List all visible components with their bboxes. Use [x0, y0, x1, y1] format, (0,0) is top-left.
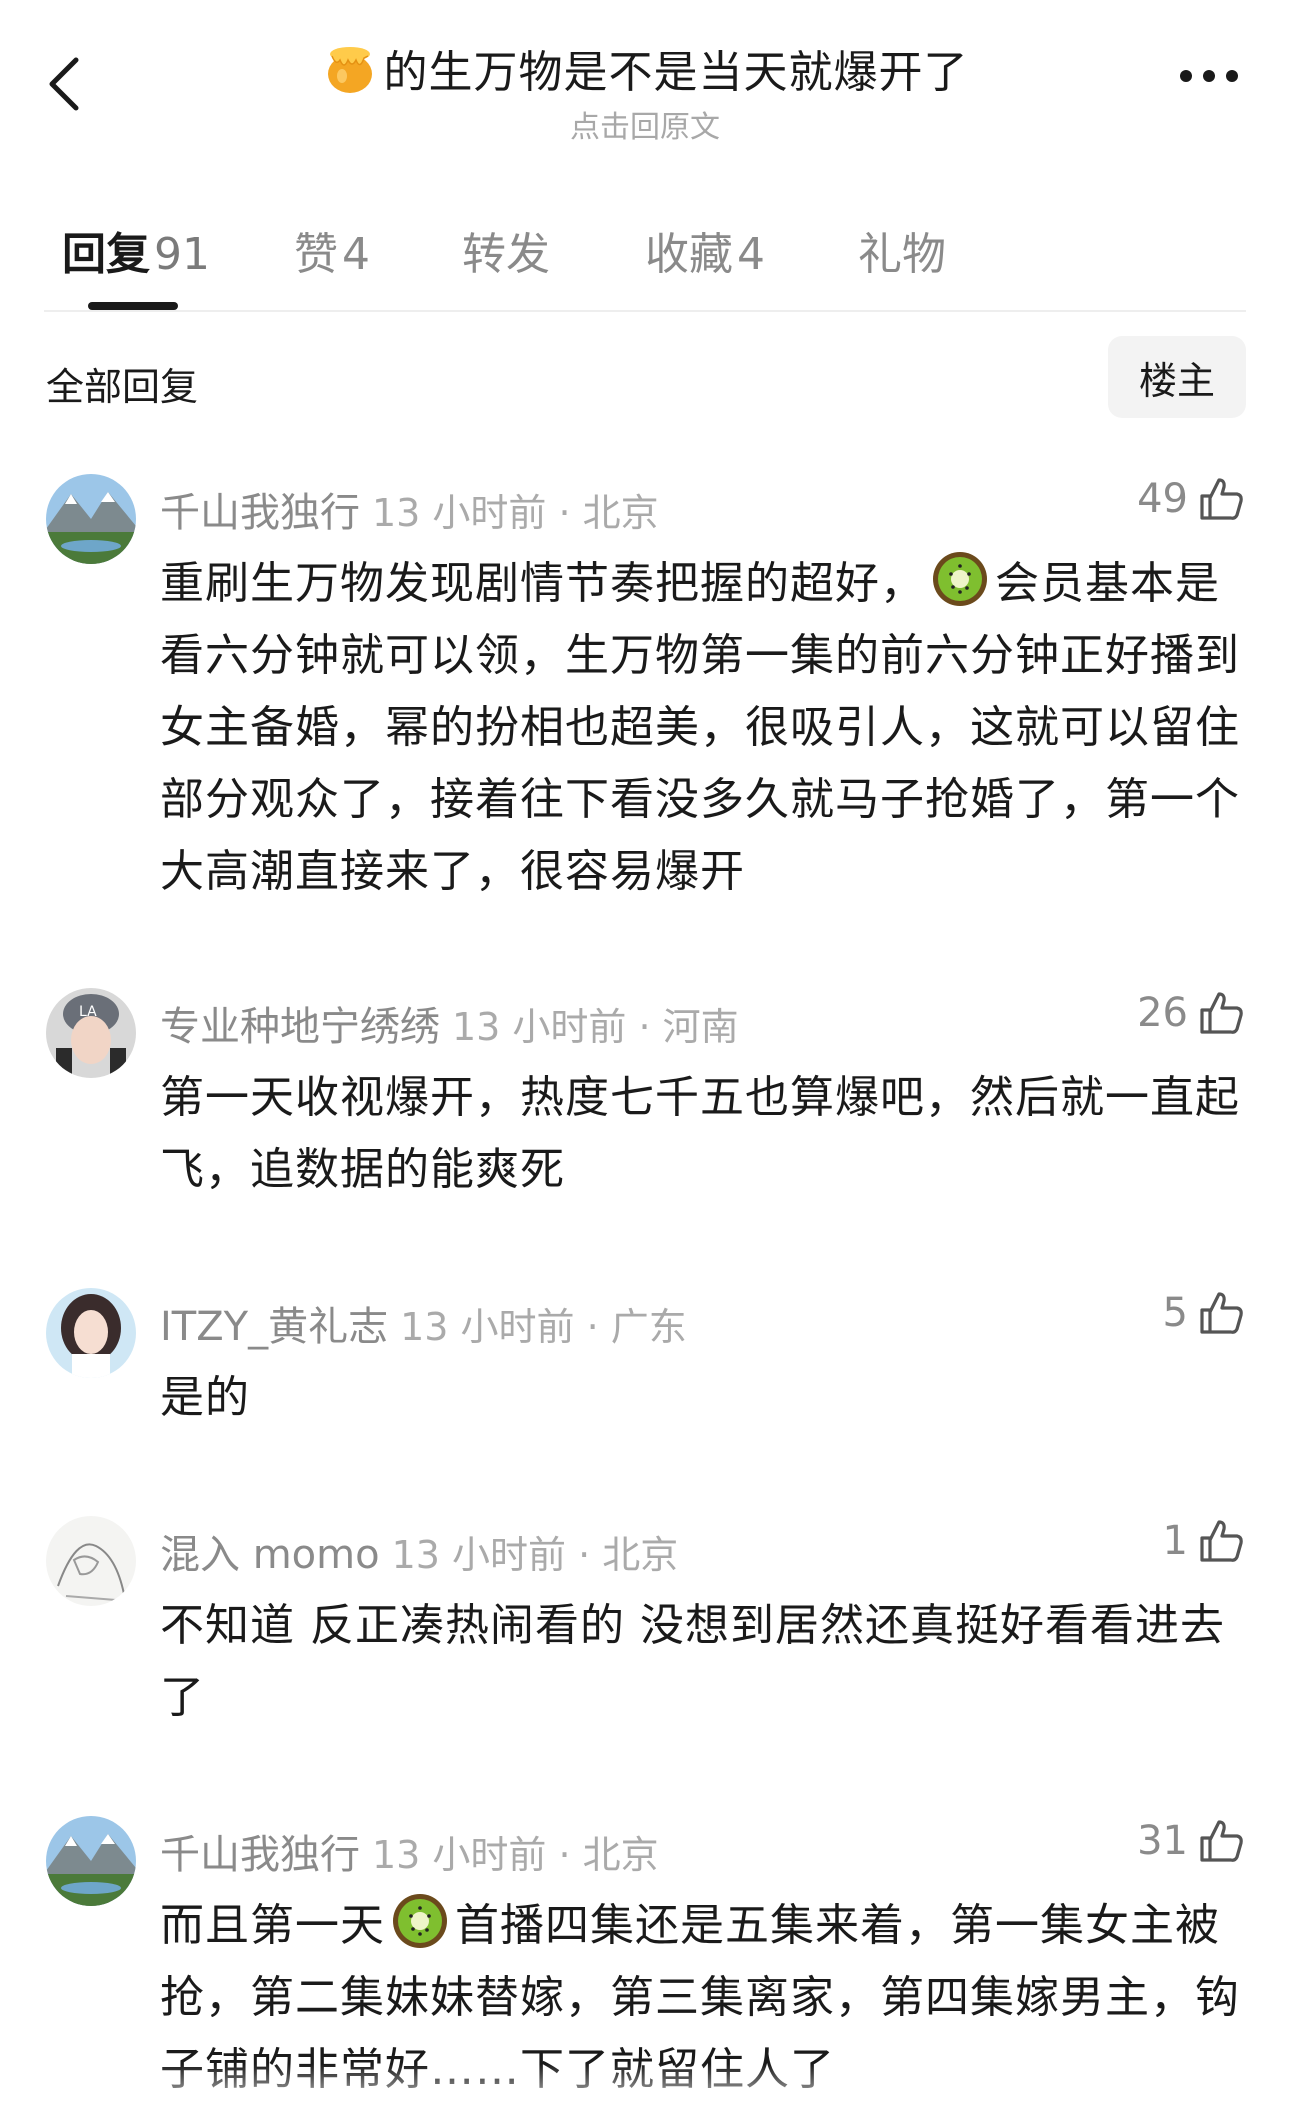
tab-count: 91 [154, 229, 210, 280]
comment-time-location: 13 小时前 · 北京 [372, 491, 659, 535]
tab-likes[interactable]: 赞4 [294, 218, 370, 282]
divider [44, 310, 1246, 312]
comment-text-part: 重刷生万物发现剧情节奏把握的超好， [160, 558, 925, 609]
tab-label: 收藏 [645, 229, 733, 280]
username[interactable]: ITZY_黄礼志 [160, 1304, 388, 1350]
username[interactable]: 混入 momo [160, 1532, 380, 1578]
more-dot-icon [1180, 70, 1192, 82]
thumbs-up-icon [1200, 1820, 1243, 1862]
more-dot-icon [1203, 70, 1215, 82]
comment-text: 是的 [160, 1372, 250, 1423]
avatar[interactable] [46, 1288, 136, 1378]
kiwi-emoji-icon [393, 1894, 447, 1948]
tab-replies[interactable]: 回复91 [62, 218, 210, 282]
tab-label: 回复 [62, 229, 150, 280]
comment-time-location: 13 小时前 · 河南 [452, 1005, 739, 1049]
tab-gifts[interactable]: 礼物 [858, 218, 946, 282]
like-button[interactable]: 49 [1137, 474, 1246, 524]
tab-label: 赞 [294, 229, 338, 280]
thumbs-up-icon [1200, 478, 1243, 520]
view-original-link[interactable]: 点击回原文 [0, 102, 1290, 146]
comment-meta: 专业种地宁绣绣 13 小时前 · 河南 [160, 994, 739, 1052]
like-count: 31 [1137, 1818, 1188, 1864]
thumbs-up-icon [1200, 1292, 1243, 1334]
avatar[interactable] [46, 1516, 136, 1606]
avatar[interactable]: LA [46, 988, 136, 1078]
landscape-avatar-image [46, 1816, 136, 1906]
tab-count: 4 [737, 229, 765, 280]
thumbs-up-icon [1200, 992, 1243, 1034]
portrait-avatar-image: LA [46, 988, 136, 1078]
comment-text: 重刷生万物发现剧情节奏把握的超好， 会员基本是看六分钟就可以领，生万物第一集的前六… [160, 548, 1250, 908]
comment-text: 第一天收视爆开，热度七千五也算爆吧，然后就一直起飞，追数据的能爽死 [160, 1072, 1240, 1195]
like-count: 49 [1137, 476, 1188, 522]
avatar[interactable] [46, 474, 136, 564]
comment-meta: 混入 momo 13 小时前 · 北京 [160, 1522, 678, 1580]
like-button[interactable]: 5 [1163, 1288, 1246, 1338]
kiwi-emoji-icon [933, 552, 987, 606]
landscape-avatar-image [46, 474, 136, 564]
comment-text-part: 而且第一天 [160, 1900, 385, 1951]
comment-time-location: 13 小时前 · 广东 [400, 1305, 687, 1349]
comment-time-location: 13 小时前 · 北京 [391, 1533, 679, 1577]
comment-meta: 千山我独行 13 小时前 · 北京 [160, 1822, 659, 1880]
like-button[interactable]: 31 [1137, 1816, 1246, 1866]
more-dot-icon [1226, 70, 1238, 82]
like-count: 5 [1162, 1290, 1188, 1336]
header-title-area[interactable]: 的生万物是不是当天就爆开了 点击回原文 [0, 36, 1290, 146]
comment-text: 不知道 反正凑热闹看的 没想到居然还真挺好看看进去了 [160, 1600, 1225, 1723]
like-count: 26 [1137, 990, 1188, 1036]
honey-pot-icon [327, 47, 372, 93]
thumbs-up-icon [1200, 1520, 1243, 1562]
comment-time-location: 13 小时前 · 北京 [372, 1833, 659, 1877]
post-replies-page: 的生万物是不是当天就爆开了 点击回原文 回复91 赞4 转发 收藏4 礼物 全部… [0, 0, 1290, 2110]
comment-meta: 千山我独行 13 小时前 · 北京 [160, 480, 659, 538]
comment-meta: ITZY_黄礼志 13 小时前 · 广东 [160, 1294, 687, 1352]
username[interactable]: 千山我独行 [160, 490, 360, 536]
active-tab-indicator [88, 302, 178, 310]
page-title: 的生万物是不是当天就爆开了 [383, 47, 969, 98]
op-only-button[interactable]: 楼主 [1108, 336, 1246, 418]
tab-label: 礼物 [858, 229, 946, 280]
tab-reposts[interactable]: 转发 [462, 218, 550, 282]
tab-favorites[interactable]: 收藏4 [645, 218, 765, 282]
avatar[interactable] [46, 1816, 136, 1906]
bottom-fade-overlay [0, 2064, 1290, 2110]
like-button[interactable]: 1 [1163, 1516, 1246, 1566]
username[interactable]: 千山我独行 [160, 1832, 360, 1878]
like-count: 1 [1162, 1518, 1188, 1564]
all-replies-label: 全部回复 [46, 365, 199, 409]
username[interactable]: 专业种地宁绣绣 [160, 1004, 440, 1050]
tab-count: 4 [342, 229, 370, 280]
tab-label: 转发 [462, 229, 550, 280]
more-options-button[interactable] [1180, 70, 1238, 82]
tab-bar: 回复91 赞4 转发 收藏4 礼物 [62, 218, 1250, 288]
sketch-avatar-image [46, 1516, 136, 1606]
like-button[interactable]: 26 [1137, 988, 1246, 1038]
portrait-avatar-image [46, 1288, 136, 1378]
